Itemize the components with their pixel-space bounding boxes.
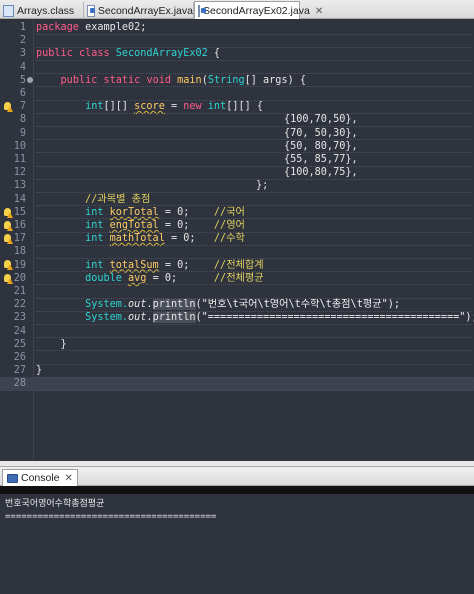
java-file-icon — [87, 4, 95, 17]
line-number: 2 — [0, 34, 474, 47]
line-number: 4 — [0, 61, 474, 74]
line-number-text: 21 — [13, 286, 26, 297]
line-number-text: 18 — [13, 246, 26, 258]
line-number: 22 — [0, 298, 474, 311]
line-number-text: 5 — [19, 74, 26, 86]
line-number: 18 — [0, 245, 474, 258]
line-number-text: 6 — [19, 88, 26, 99]
console-monitor-icon — [7, 473, 18, 483]
line-number: 27 — [0, 364, 474, 377]
line-number: 10 — [0, 140, 474, 153]
tab-arrays-class[interactable]: Arrays.class — [0, 2, 84, 19]
line-number-text: 9 — [19, 127, 26, 139]
line-number-text: 15 — [13, 206, 26, 218]
line-number-text: 4 — [19, 61, 26, 73]
line-number-text: 22 — [13, 299, 26, 311]
console-tab-label: Console — [21, 472, 60, 484]
tab-second-array-ex[interactable]: SecondArrayEx.java — [84, 2, 194, 19]
line-number-text: 17 — [13, 233, 26, 245]
line-number: 17 — [0, 232, 474, 245]
line-number-text: 27 — [13, 365, 26, 377]
line-number-text: 20 — [13, 272, 26, 284]
line-number-text: 1 — [19, 22, 26, 33]
line-number-text: 19 — [13, 259, 26, 271]
line-number-text: 16 — [13, 220, 26, 231]
line-number: 20 — [0, 272, 474, 285]
line-number-text: 7 — [19, 101, 26, 113]
line-number: 26 — [0, 351, 474, 364]
line-number-text: 2 — [19, 35, 26, 47]
tab-second-array-ex02[interactable]: SecondArrayEx02.java ✕ — [194, 1, 323, 20]
line-number-text: 14 — [13, 193, 26, 205]
line-number-text: 11 — [13, 154, 26, 165]
line-number: 13 — [0, 179, 474, 192]
java-file-icon — [198, 5, 206, 17]
line-number: 19 — [0, 259, 474, 272]
close-icon[interactable]: ✕ — [65, 473, 73, 484]
line-number: 15 — [0, 206, 474, 219]
console-output[interactable]: 번호국어영어수학총점평균 ===========================… — [0, 494, 474, 594]
console-line: ======================================= — [5, 512, 217, 522]
line-number: 5 — [0, 74, 474, 87]
line-number: 23 — [0, 311, 474, 324]
line-number-text: 3 — [19, 48, 26, 60]
editor-tab-bar: Arrays.class SecondArrayEx.java SecondAr… — [0, 0, 474, 20]
console-toolbar-strip — [0, 486, 474, 494]
code-editor[interactable]: package example02; public class SecondAr… — [0, 19, 474, 461]
tab-label: Arrays.class — [17, 4, 75, 17]
line-number: 16 — [0, 219, 474, 232]
class-file-icon — [3, 4, 14, 17]
tab-label: SecondArrayEx02.java — [203, 5, 310, 17]
line-number-text: 28 — [13, 378, 26, 390]
line-number: 1 — [0, 21, 474, 34]
line-number-text: 12 — [13, 167, 26, 179]
line-number: 14 — [0, 193, 474, 206]
line-number-text: 26 — [13, 352, 26, 363]
line-number: 28 — [0, 377, 474, 390]
line-number-text: 13 — [13, 180, 26, 192]
line-number-text: 23 — [13, 312, 26, 324]
line-number: 12 — [0, 166, 474, 179]
line-number-text: 24 — [13, 325, 26, 337]
tab-label: SecondArrayEx.java — [97, 4, 193, 17]
line-number: 21 — [0, 285, 474, 298]
line-number: 11 — [0, 153, 474, 166]
console-tab-bar: Console ✕ — [0, 466, 474, 486]
tab-console[interactable]: Console ✕ — [2, 469, 78, 486]
console-line: 번호국어영어수학총점평균 — [5, 499, 105, 509]
line-number: 25 — [0, 338, 474, 351]
line-number: 8 — [0, 113, 474, 126]
line-number: 6 — [0, 87, 474, 100]
line-number: 9 — [0, 127, 474, 140]
line-number: 7 — [0, 100, 474, 113]
line-number: 3 — [0, 47, 474, 60]
line-guide — [36, 389, 472, 391]
line-number: 24 — [0, 325, 474, 338]
line-number-text: 10 — [13, 140, 26, 152]
line-number-text: 25 — [13, 338, 26, 350]
close-icon[interactable]: ✕ — [315, 6, 323, 17]
line-number-text: 8 — [19, 114, 26, 126]
